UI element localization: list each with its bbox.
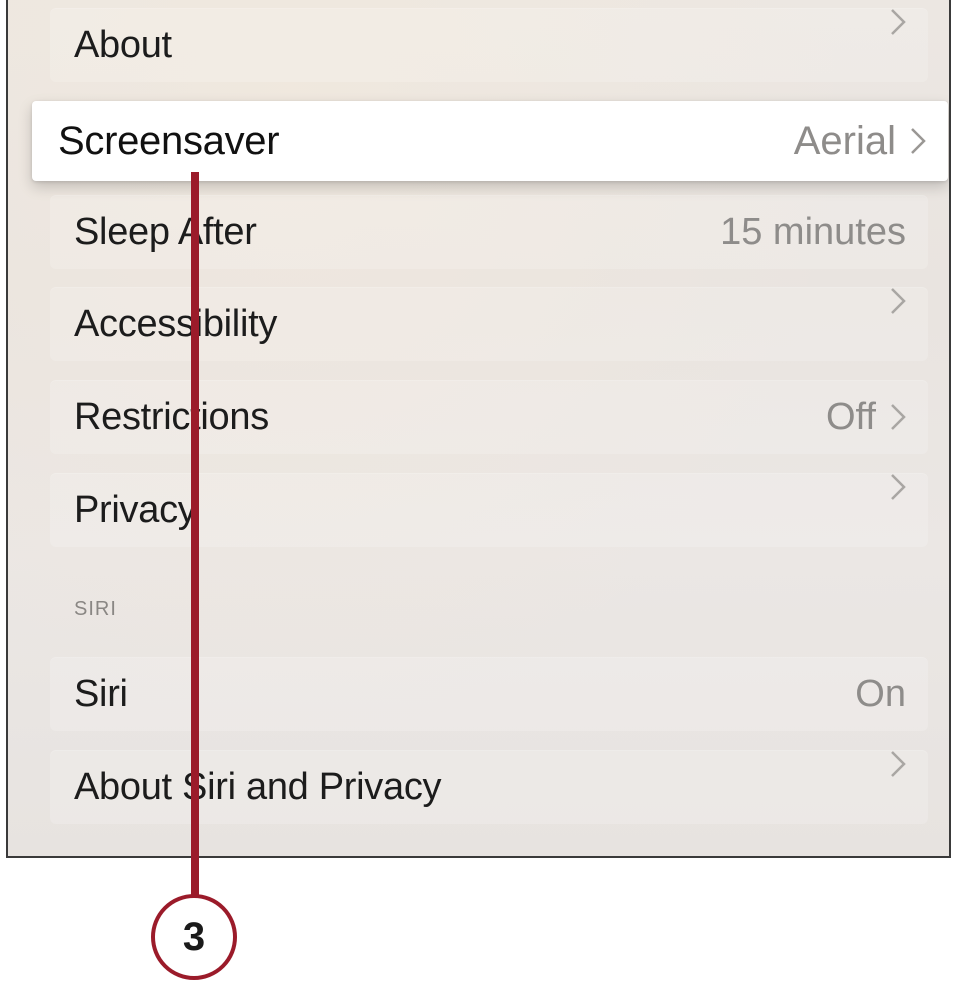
row-value-text: On — [855, 673, 906, 715]
callout-line — [191, 172, 199, 898]
chevron-right-icon — [891, 288, 906, 314]
row-value — [876, 750, 906, 778]
row-value-text: 15 minutes — [720, 211, 906, 253]
chevron-right-icon — [891, 751, 906, 777]
chevron-right-icon — [891, 474, 906, 500]
row-label: Restrictions — [74, 396, 269, 438]
row-value — [876, 287, 906, 315]
settings-row-about-siri-privacy[interactable]: About Siri and Privacy — [50, 750, 928, 824]
settings-row-privacy[interactable]: Privacy — [50, 473, 928, 547]
settings-row-screensaver[interactable]: Screensaver Aerial — [32, 101, 948, 181]
row-label: Accessibility — [74, 303, 278, 345]
row-label: Screensaver — [58, 119, 280, 163]
chevron-right-icon — [891, 404, 906, 430]
row-label: Privacy — [74, 489, 197, 531]
callout-badge: 3 — [151, 894, 237, 980]
section-header-siri: SIRI — [74, 598, 117, 620]
row-label: Siri — [74, 673, 128, 715]
row-value: Aerial — [794, 101, 926, 181]
row-value-text: Aerial — [793, 119, 896, 163]
chevron-right-icon — [891, 9, 906, 35]
row-value: 15 minutes — [720, 195, 906, 269]
callout-number: 3 — [182, 914, 206, 959]
settings-row-accessibility[interactable]: Accessibility — [50, 287, 928, 361]
settings-row-sleep-after[interactable]: Sleep After 15 minutes — [50, 195, 928, 269]
settings-row-siri[interactable]: Siri On — [50, 657, 928, 731]
row-label: About — [74, 24, 172, 66]
settings-row-restrictions[interactable]: Restrictions Off — [50, 380, 928, 454]
row-value-text: Off — [826, 396, 876, 438]
row-value: On — [855, 657, 906, 731]
row-value: Off — [826, 380, 906, 454]
row-value — [876, 473, 906, 501]
row-label: About Siri and Privacy — [74, 766, 442, 808]
chevron-right-icon — [911, 128, 926, 154]
row-value — [876, 8, 906, 36]
settings-screen: About Screensaver Aerial Sleep After 15 … — [6, 0, 951, 858]
settings-row-about[interactable]: About — [50, 8, 928, 82]
row-label: Sleep After — [74, 211, 257, 253]
